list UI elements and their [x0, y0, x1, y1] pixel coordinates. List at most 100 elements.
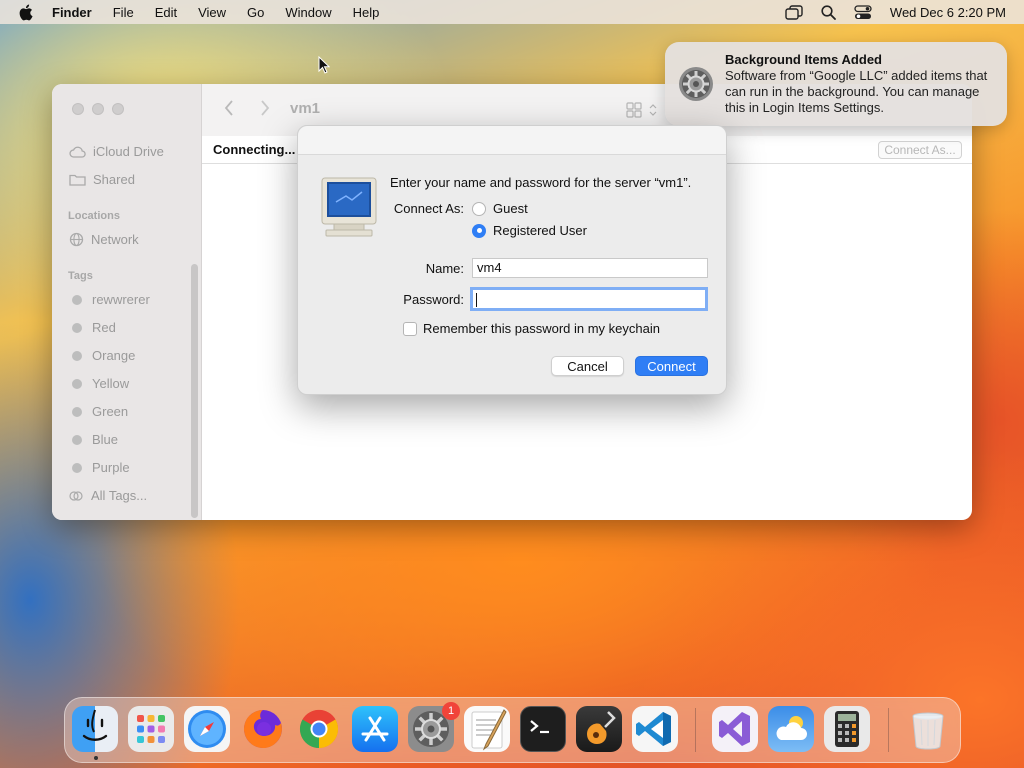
connect-as-button[interactable]: Connect As...: [878, 141, 962, 159]
tag-dot-icon: [72, 322, 82, 333]
remember-password-option[interactable]: Remember this password in my keychain: [403, 321, 660, 336]
server-login-dialog: Enter your name and password for the ser…: [297, 125, 727, 395]
connect-as-label: Connect As:: [393, 201, 464, 216]
dock: 1: [64, 697, 961, 763]
sidebar-item-label: All Tags...: [91, 488, 148, 503]
tag-dot-icon: [72, 434, 82, 445]
dock-separator: [695, 708, 696, 752]
dock-app-store-icon[interactable]: [352, 706, 398, 752]
name-label: Name:: [425, 261, 464, 276]
tag-dot-icon: [72, 462, 82, 473]
all-tags-icon: [69, 490, 83, 501]
registered-user-radio-option[interactable]: Registered User: [472, 223, 587, 238]
chevron-right-icon: [261, 100, 270, 116]
globe-icon: [69, 232, 84, 247]
sidebar-tag-blue[interactable]: Blue: [69, 432, 118, 447]
dock-textedit-icon[interactable]: [464, 706, 510, 752]
apple-icon[interactable]: [18, 4, 36, 21]
dock-finder-icon[interactable]: [72, 706, 118, 752]
remember-password-checkbox[interactable]: [403, 321, 417, 336]
connect-button[interactable]: Connect: [635, 356, 708, 376]
chevron-left-icon: [224, 100, 233, 116]
sidebar-scrollbar[interactable]: [191, 264, 198, 518]
dock-vscode-icon[interactable]: [632, 706, 678, 752]
sidebar-item-label: Yellow: [92, 376, 130, 391]
background-items-notification[interactable]: Background Items Added Software from “Go…: [665, 42, 1007, 126]
window-title: vm1: [290, 100, 321, 117]
dock-system-settings-icon[interactable]: 1: [408, 702, 460, 752]
menu-bar: Finder File Edit View Go Window Help Wed…: [0, 0, 1024, 24]
menu-window[interactable]: Window: [285, 5, 331, 20]
dialog-header: [298, 126, 726, 155]
menu-go[interactable]: Go: [247, 5, 264, 20]
sidebar-item-all-tags[interactable]: All Tags...: [69, 488, 147, 503]
notification-badge: 1: [442, 702, 460, 720]
dock-chrome-icon[interactable]: [296, 706, 342, 752]
sidebar-section-tags: Tags: [68, 270, 93, 282]
dock-calculator-icon[interactable]: [824, 706, 870, 752]
registered-user-label: Registered User: [493, 223, 587, 238]
sidebar-section-locations: Locations: [68, 210, 120, 222]
password-field[interactable]: [470, 287, 708, 311]
back-button[interactable]: [224, 99, 234, 122]
sidebar-item-label: Network: [91, 232, 139, 247]
sidebar-tag-yellow[interactable]: Yellow: [69, 376, 129, 391]
minimize-window-button[interactable]: [92, 103, 104, 115]
sidebar-item-label: Purple: [92, 460, 130, 475]
mouse-cursor-icon: [318, 55, 331, 79]
tag-dot-icon: [72, 350, 82, 361]
sidebar-item-label: Blue: [92, 432, 119, 447]
clock[interactable]: Wed Dec 6 2:20 PM: [890, 5, 1006, 20]
dock-trash-icon[interactable]: [905, 706, 951, 752]
close-window-button[interactable]: [72, 103, 84, 115]
zoom-window-button[interactable]: [112, 103, 124, 115]
menu-view[interactable]: View: [198, 5, 226, 20]
view-mode-grid-icon[interactable]: [626, 101, 660, 124]
sidebar: iCloud Drive Shared Locations Network Ta…: [52, 84, 202, 520]
finder-running-indicator: [94, 756, 98, 760]
connecting-status: Connecting...: [213, 142, 296, 157]
spotlight-search-icon[interactable]: [821, 4, 836, 20]
sidebar-item-network[interactable]: Network: [69, 232, 139, 247]
sidebar-tag-red[interactable]: Red: [69, 320, 116, 335]
guest-label: Guest: [493, 201, 528, 216]
control-center-icon[interactable]: [854, 4, 872, 20]
registered-user-radio[interactable]: [472, 223, 486, 238]
sidebar-item-shared[interactable]: Shared: [69, 172, 135, 187]
menu-help[interactable]: Help: [353, 5, 380, 20]
dock-separator: [888, 708, 889, 752]
name-field[interactable]: vm4: [472, 258, 708, 278]
dock-launchpad-icon[interactable]: [128, 706, 174, 752]
system-settings-gear-icon: [678, 66, 714, 102]
remember-password-label: Remember this password in my keychain: [423, 321, 660, 336]
tag-dot-icon: [72, 294, 82, 305]
sidebar-tag-purple[interactable]: Purple: [69, 460, 130, 475]
dock-firefox-icon[interactable]: [240, 706, 286, 752]
menu-file[interactable]: File: [113, 5, 134, 20]
sidebar-tag-orange[interactable]: Orange: [69, 348, 135, 363]
name-field-value: vm4: [477, 260, 502, 275]
sidebar-item-icloud-drive[interactable]: iCloud Drive: [69, 144, 164, 159]
tag-dot-icon: [72, 378, 82, 389]
screen-mirroring-icon[interactable]: [785, 4, 803, 20]
login-prompt: Enter your name and password for the ser…: [390, 175, 692, 190]
sidebar-tag-green[interactable]: Green: [69, 404, 128, 419]
dock-garageband-icon[interactable]: [576, 706, 622, 752]
dock-weather-icon[interactable]: [768, 706, 814, 752]
sidebar-item-label: Shared: [93, 172, 135, 187]
password-label: Password:: [403, 292, 464, 307]
sidebar-item-label: Red: [92, 320, 116, 335]
notification-title: Background Items Added: [725, 52, 882, 67]
forward-button[interactable]: [260, 99, 270, 122]
dock-terminal-icon[interactable]: [520, 706, 566, 752]
menu-edit[interactable]: Edit: [155, 5, 177, 20]
sidebar-item-label: rewwrerer: [92, 292, 150, 307]
dock-safari-icon[interactable]: [184, 706, 230, 752]
dock-visual-studio-icon[interactable]: [712, 706, 758, 752]
cancel-button[interactable]: Cancel: [551, 356, 624, 376]
sidebar-item-label: Orange: [92, 348, 136, 363]
sidebar-tag-rewwrerer[interactable]: rewwrerer: [69, 292, 150, 307]
menu-finder[interactable]: Finder: [52, 5, 92, 20]
guest-radio-option[interactable]: Guest: [472, 201, 528, 216]
guest-radio[interactable]: [472, 201, 486, 216]
